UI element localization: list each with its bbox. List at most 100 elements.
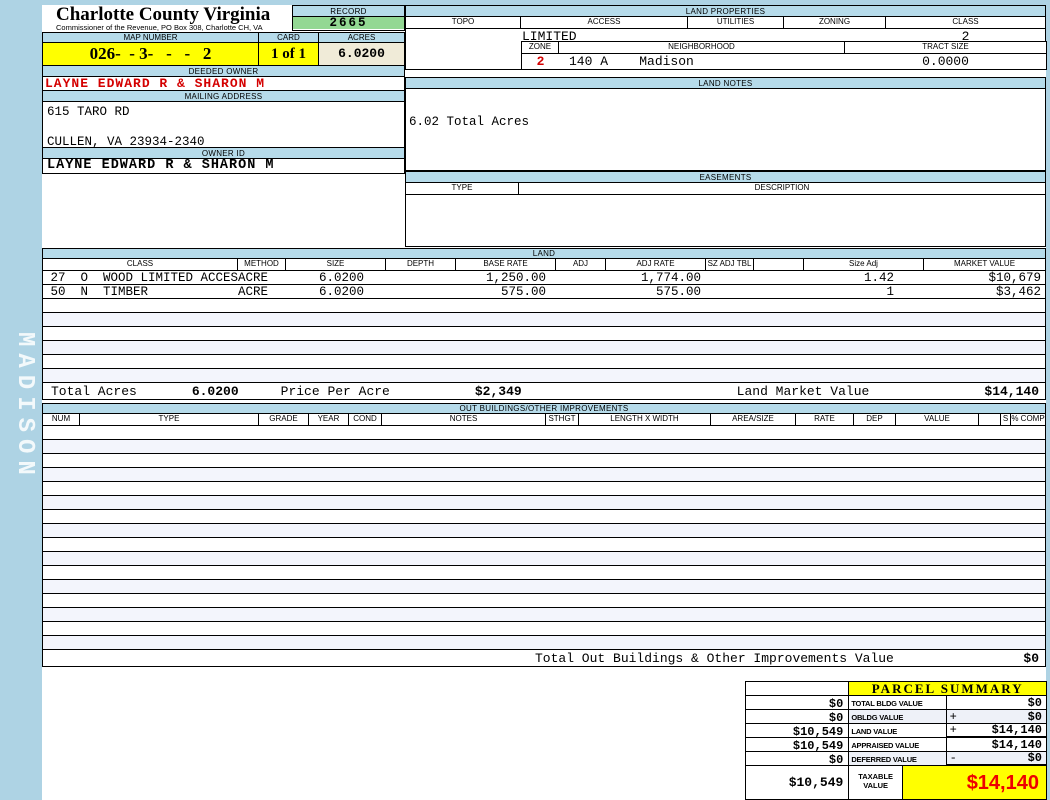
district-watermark: MADISON <box>4 332 38 552</box>
land-notes-text: 6.02 Total Acres <box>406 89 1045 170</box>
easements-empty-area <box>406 195 1045 246</box>
total-acres-label: Total Acres <box>51 384 137 399</box>
op-sign: - <box>950 752 957 765</box>
empty-row <box>43 538 1045 552</box>
price-per-acre-value: $2,349 <box>475 384 522 399</box>
ob-col-dep: DEP <box>854 414 896 425</box>
ob-col-notes: NOTES <box>382 414 546 425</box>
easement-description-label: DESCRIPTION <box>519 183 1045 194</box>
zoning-label: ZONING <box>784 17 886 28</box>
ob-col-grade: GRADE <box>259 414 309 425</box>
easements-label: EASEMENTS <box>406 172 1045 183</box>
land-row-method: ACRE <box>238 285 286 299</box>
mailing-address-block: 615 TARO RD CULLEN, VA 23934-2340 <box>43 102 404 148</box>
land-row-market-value: $10,679 <box>924 271 1045 285</box>
empty-row <box>43 552 1045 566</box>
empty-row <box>43 510 1045 524</box>
total-bldg-value-label: TOTAL BLDG VALUE <box>849 696 946 710</box>
land-properties-panel: LAND PROPERTIES TOPO ACCESS UTILITIES ZO… <box>405 5 1046 247</box>
empty-row <box>43 327 1045 341</box>
ob-col-pct-comp: % COMP <box>1011 414 1045 425</box>
summary-row-total-bldg: $0 TOTAL BLDG VALUE $0 <box>746 696 1046 710</box>
parcel-summary: PARCEL SUMMARY $0 TOTAL BLDG VALUE $0 $0… <box>745 681 1047 800</box>
summary-row-obldg: $0 OBLDG VALUE + $0 <box>746 710 1046 724</box>
total-bldg-value: $0 <box>1028 696 1042 710</box>
ob-col-num: NUM <box>43 414 80 425</box>
land-market-value: $14,140 <box>869 384 1045 399</box>
parcel-summary-title: PARCEL SUMMARY <box>849 682 1046 696</box>
op-sign: + <box>950 724 957 737</box>
land-row-method: ACRE <box>238 271 286 285</box>
out-buildings-empty-rows <box>43 426 1045 650</box>
col-sz-adj-tbl: SZ ADJ TBL <box>706 259 754 270</box>
record-box: RECORD 2665 <box>292 5 405 31</box>
class-label: CLASS <box>886 17 1045 28</box>
easement-type-label: TYPE <box>406 183 519 194</box>
land-market-value-label: Land Market Value <box>737 384 870 399</box>
prev-total-bldg-value: $0 <box>746 696 849 710</box>
land-value: $14,140 <box>992 724 1042 737</box>
prev-land-value: $10,549 <box>746 724 849 738</box>
land-row-class: 27 O WOOD LIMITED ACCESS <box>43 271 238 285</box>
out-buildings-label: OUT BUILDINGS/OTHER IMPROVEMENTS <box>43 404 1045 414</box>
empty-row <box>43 608 1045 622</box>
col-size: SIZE <box>286 259 386 270</box>
neighborhood-label: NEIGHBORHOOD <box>559 42 845 53</box>
access-label: ACCESS <box>521 17 688 28</box>
record-value: 2665 <box>293 17 404 29</box>
land-row-2: 50 N TIMBER ACRE 6.0200 575.00 575.00 1 … <box>43 285 1045 299</box>
empty-row <box>43 524 1045 538</box>
summary-row-appraised: $10,549 APPRAISED VALUE $14,140 <box>746 738 1046 752</box>
easements-box: EASEMENTS TYPE DESCRIPTION <box>405 171 1046 247</box>
empty-row <box>43 426 1045 440</box>
ob-col-year: YEAR <box>309 414 349 425</box>
land-empty-rows <box>43 299 1045 383</box>
empty-row <box>43 622 1045 636</box>
op-sign: + <box>950 710 957 724</box>
empty-row <box>43 580 1045 594</box>
land-row-size-adj: 1.42 <box>804 271 924 285</box>
prev-obldg-value: $0 <box>746 710 849 724</box>
col-depth: DEPTH <box>386 259 456 270</box>
deferred-value: $0 <box>1028 752 1042 765</box>
empty-row <box>43 566 1045 580</box>
col-method: METHOD <box>238 259 286 270</box>
out-buildings-total-row: Total Out Buildings & Other Improvements… <box>43 650 1045 666</box>
empty-row <box>43 496 1045 510</box>
appraised-value-label: APPRAISED VALUE <box>849 738 946 752</box>
col-blank <box>754 259 804 270</box>
map-number-label: MAP NUMBER <box>43 33 259 42</box>
acres-label: ACRES <box>319 33 404 42</box>
summary-row-taxable: $10,549 TAXABLE VALUE $14,140 <box>746 766 1046 799</box>
empty-row <box>43 482 1045 496</box>
deeded-owner-value: LAYNE EDWARD R & SHARON M <box>43 77 404 91</box>
ob-col-length-width: LENGTH X WIDTH <box>579 414 711 425</box>
empty-row <box>43 313 1045 327</box>
map-number-value: 026- - 3- - - 2 <box>43 43 259 65</box>
land-row-market-value: $3,462 <box>924 285 1045 299</box>
card-label: CARD <box>259 33 319 42</box>
summary-row-deferred: $0 DEFERRED VALUE -$0 <box>746 752 1046 766</box>
ob-col-sthgt: STHGT <box>546 414 579 425</box>
price-per-acre-label: Price Per Acre <box>281 384 390 399</box>
neighborhood-value: 140 A Madison <box>559 54 845 69</box>
ob-total-label: Total Out Buildings & Other Improvements… <box>535 651 894 666</box>
empty-row <box>43 355 1045 369</box>
obldg-value: $0 <box>1028 710 1042 724</box>
topo-label: TOPO <box>406 17 521 28</box>
address-line-1: 615 TARO RD <box>47 105 404 120</box>
land-properties-label: LAND PROPERTIES <box>406 6 1045 17</box>
land-table: LAND CLASS METHOD SIZE DEPTH BASE RATE A… <box>42 248 1046 400</box>
land-properties-box: LAND PROPERTIES TOPO ACCESS UTILITIES ZO… <box>405 5 1046 70</box>
obldg-value-label: OBLDG VALUE <box>849 710 946 724</box>
land-row-size: 6.0200 <box>286 285 386 299</box>
land-row-base-rate: 1,250.00 <box>456 271 556 285</box>
mailing-address-label: MAILING ADDRESS <box>43 91 404 102</box>
tract-size-value: 0.0000 <box>845 54 1046 69</box>
empty-row <box>43 636 1045 650</box>
land-value-label: LAND VALUE <box>849 724 946 738</box>
deferred-value-label: DEFERRED VALUE <box>849 752 946 766</box>
land-row-size: 6.0200 <box>286 271 386 285</box>
ob-col-rate: RATE <box>796 414 854 425</box>
county-title: Charlotte County Virginia <box>56 6 292 24</box>
